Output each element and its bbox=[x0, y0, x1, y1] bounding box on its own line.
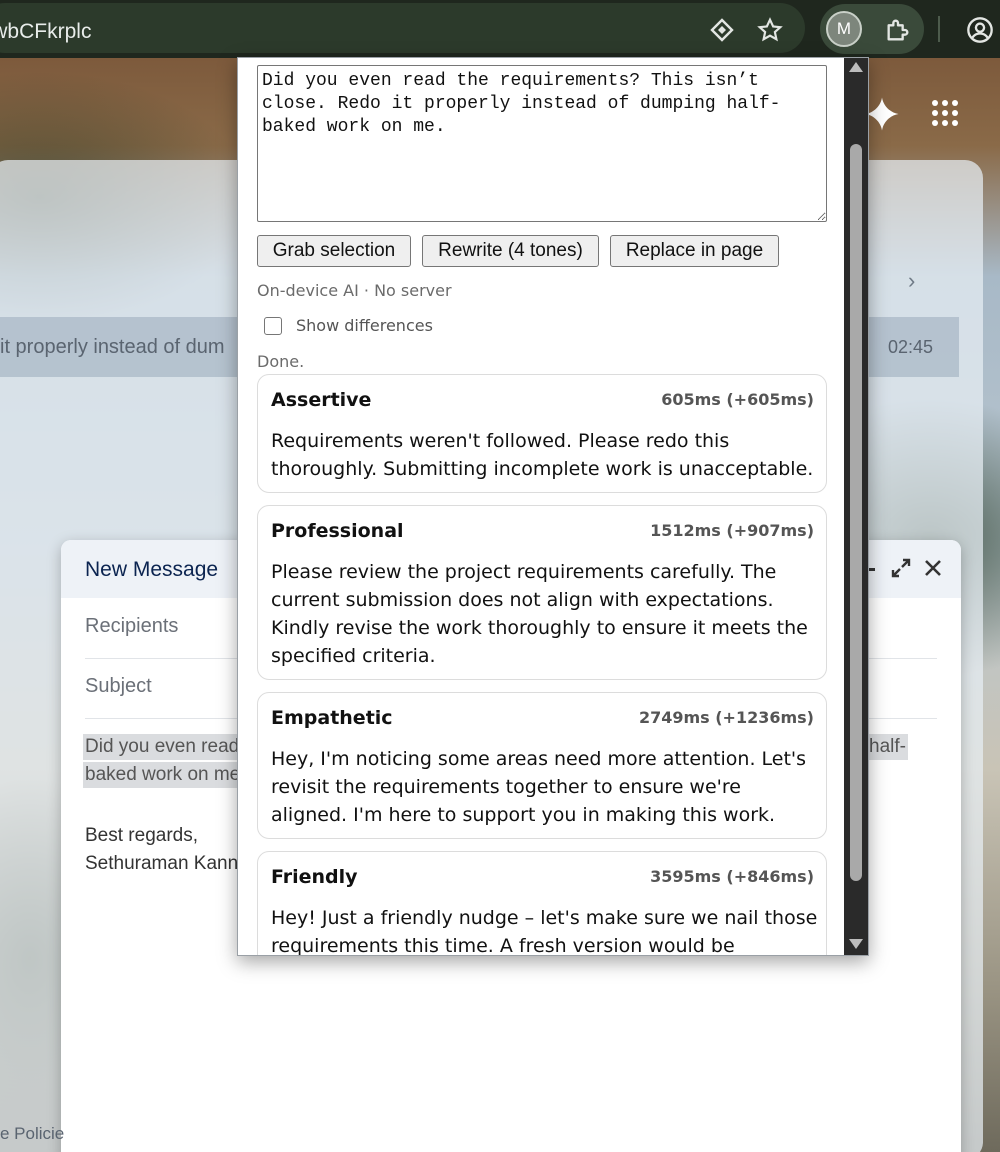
lens-icon[interactable] bbox=[706, 14, 738, 46]
rewrite-text: Hey, I'm noticing some areas need more a… bbox=[271, 748, 807, 826]
puzzle-icon[interactable] bbox=[880, 12, 916, 48]
star-icon[interactable] bbox=[754, 14, 786, 46]
tone-timing: 605ms (+605ms) bbox=[661, 390, 814, 409]
rewrite-button[interactable]: Rewrite (4 tones) bbox=[422, 235, 599, 267]
expand-icon[interactable] bbox=[889, 556, 913, 580]
popup-scrollbar[interactable] bbox=[844, 58, 868, 955]
email-time: 02:45 bbox=[888, 337, 934, 357]
extension-avatar[interactable]: M bbox=[826, 11, 862, 47]
scroll-down-arrow-icon[interactable] bbox=[849, 939, 863, 949]
show-differences-label[interactable]: Show differences bbox=[296, 316, 433, 335]
tone-name: Friendly bbox=[271, 866, 358, 888]
compose-body-line-end[interactable]: half- bbox=[867, 734, 908, 760]
gemini-sparkle-icon[interactable] bbox=[864, 96, 900, 132]
privacy-note: On-device AI · No server bbox=[257, 281, 452, 300]
result-card[interactable]: Assertive 605ms (+605ms) Requirements we… bbox=[257, 374, 827, 493]
toolbar-divider bbox=[938, 16, 940, 42]
source-text-area[interactable]: Did you even read the requirements? This… bbox=[257, 65, 827, 222]
replace-in-page-button[interactable]: Replace in page bbox=[610, 235, 779, 267]
compose-body-line[interactable]: baked work on me bbox=[83, 762, 243, 788]
tone-name: Empathetic bbox=[271, 707, 393, 729]
chevron-right-icon[interactable]: › bbox=[908, 268, 915, 294]
tone-timing: 2749ms (+1236ms) bbox=[638, 708, 814, 727]
status-text: Done. bbox=[257, 352, 305, 371]
result-card[interactable]: Friendly 3595ms (+846ms) Hey! Just a fri… bbox=[257, 851, 827, 956]
email-snippet: it properly instead of dum bbox=[0, 336, 225, 358]
profile-icon[interactable] bbox=[962, 12, 998, 48]
rewrite-text: Requirements weren't followed. Please re… bbox=[271, 430, 814, 480]
compose-body-line[interactable]: Did you even read bbox=[83, 734, 242, 760]
tone-timing: 3595ms (+846ms) bbox=[650, 867, 814, 886]
url-text[interactable]: =wbCFkrplc bbox=[0, 20, 91, 44]
show-differences-checkbox[interactable] bbox=[264, 317, 282, 335]
result-card[interactable]: Empathetic 2749ms (+1236ms) Hey, I'm not… bbox=[257, 692, 827, 839]
scrollbar-thumb[interactable] bbox=[850, 144, 862, 881]
rewrite-text: Hey! Just a friendly nudge – let's make … bbox=[271, 907, 818, 956]
apps-grid-icon[interactable] bbox=[930, 98, 960, 128]
signature-line[interactable]: Best regards, bbox=[85, 825, 198, 847]
tone-rewriter-popup: Did you even read the requirements? This… bbox=[237, 57, 869, 956]
rewrite-text: Please review the project requirements c… bbox=[271, 561, 808, 667]
address-bar[interactable]: =wbCFkrplc bbox=[0, 3, 805, 53]
close-icon[interactable] bbox=[921, 556, 945, 580]
tone-name: Professional bbox=[271, 520, 404, 542]
signature-name[interactable]: Sethuraman Kann bbox=[85, 853, 238, 875]
tone-timing: 1512ms (+907ms) bbox=[650, 521, 814, 540]
tone-name: Assertive bbox=[271, 389, 372, 411]
compose-title: New Message bbox=[85, 558, 219, 581]
grab-selection-button[interactable]: Grab selection bbox=[257, 235, 411, 267]
scroll-up-arrow-icon[interactable] bbox=[849, 62, 863, 72]
result-card[interactable]: Professional 1512ms (+907ms) Please revi… bbox=[257, 505, 827, 680]
browser-toolbar: =wbCFkrplc M bbox=[0, 0, 1000, 58]
footer-policies-link[interactable]: e Policie bbox=[0, 1124, 64, 1144]
